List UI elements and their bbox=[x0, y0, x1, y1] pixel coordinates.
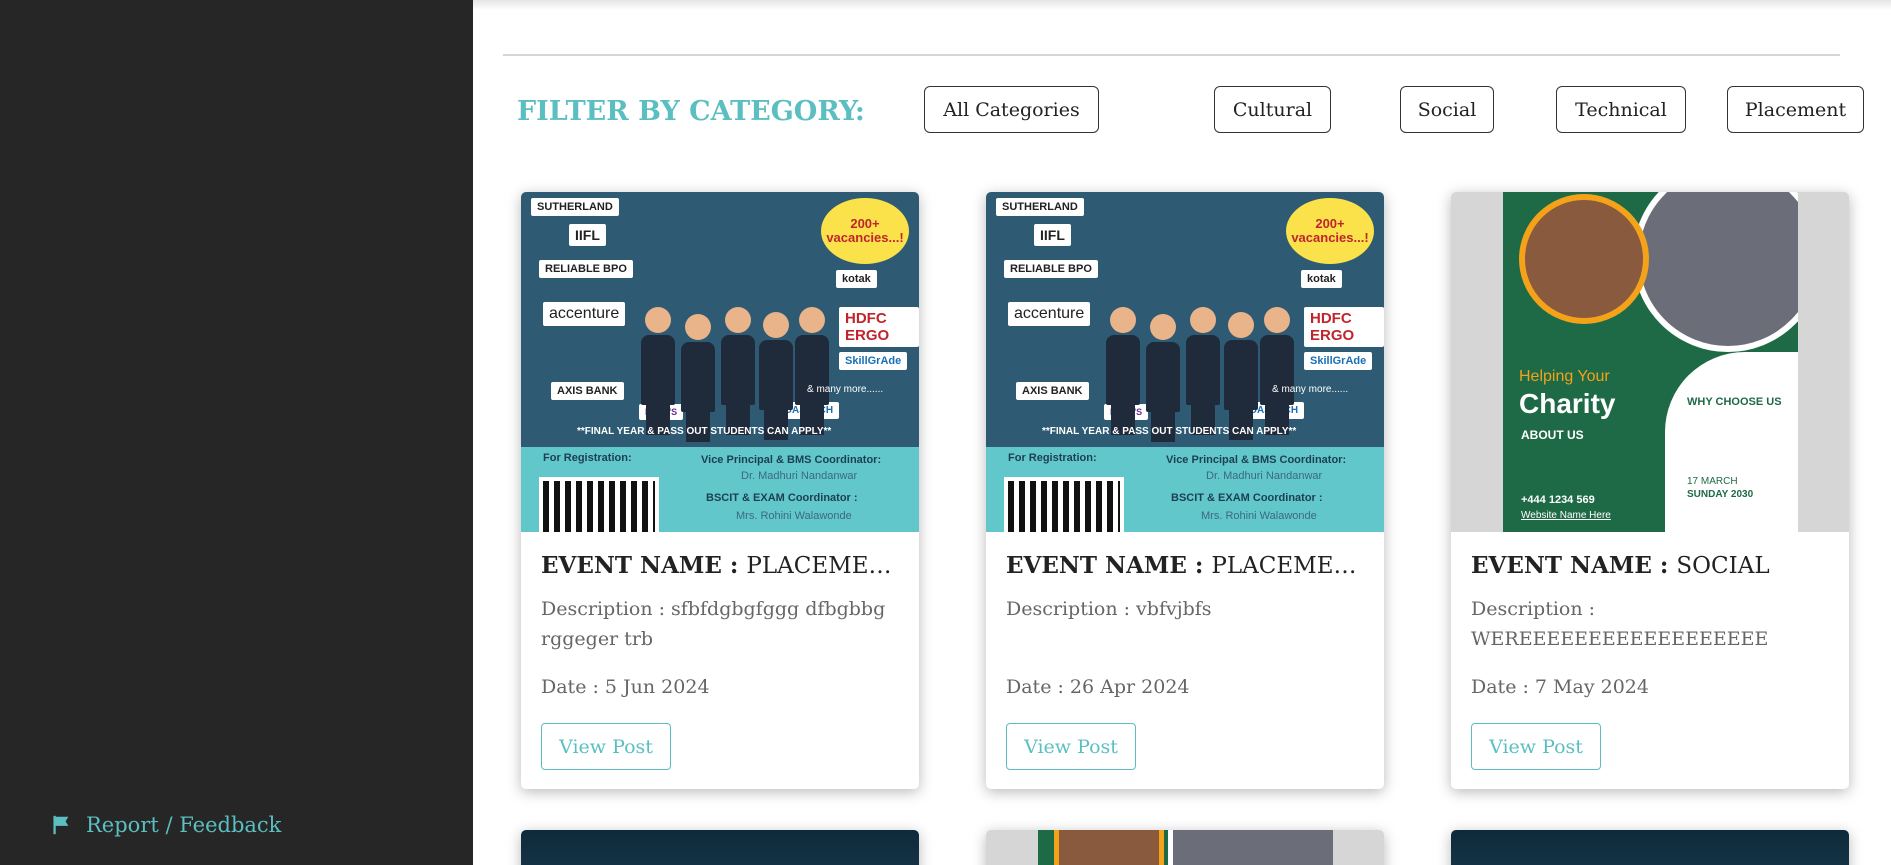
child-photo bbox=[1519, 194, 1649, 324]
poster-text: ABOUT US bbox=[1521, 428, 1584, 442]
children-photo bbox=[1633, 192, 1798, 352]
poster-text: Mrs. Rohini Walawonde bbox=[736, 510, 852, 522]
poster-logo: accenture bbox=[1008, 302, 1091, 326]
poster-logo: kotak bbox=[1301, 270, 1342, 288]
event-date: Date : 7 May 2024 bbox=[1471, 676, 1649, 698]
poster-logo: HDFC ERGO bbox=[1304, 307, 1384, 347]
event-description: Description : sfbfdgbgfggg dfbgbbg rggeg… bbox=[541, 598, 886, 650]
poster-logo: kotak bbox=[836, 270, 877, 288]
poster-text: WHY CHOOSE US bbox=[1687, 396, 1782, 408]
event-title: EVENT NAME : PLACEMENT bbox=[541, 552, 901, 579]
person-illustration bbox=[1186, 307, 1220, 437]
poster-text: **FINAL YEAR & PASS OUT STUDENTS CAN APP… bbox=[1042, 426, 1297, 437]
qr-code bbox=[539, 477, 659, 532]
poster-text: Website Name Here bbox=[1521, 510, 1611, 521]
placement-poster: SUTHERLAND IIFL RELIABLE BPO accenture A… bbox=[986, 192, 1384, 532]
charity-poster: Helping Your Charity ABOUT US WHY CHOOSE… bbox=[1451, 192, 1849, 532]
person-illustration bbox=[1146, 314, 1180, 444]
poster-logo: SkillGrAde bbox=[1304, 352, 1373, 370]
vacancies-bubble: 200+ vacancies...! bbox=[821, 198, 909, 264]
filter-placement-button[interactable]: Placement bbox=[1727, 86, 1864, 133]
divider bbox=[503, 54, 1840, 56]
person-illustration bbox=[1260, 307, 1294, 437]
filter-all-categories-button[interactable]: All Categories bbox=[924, 86, 1099, 133]
vacancies-bubble: 200+ vacancies...! bbox=[1286, 198, 1374, 264]
poster-text: Dr. Madhuri Nandanwar bbox=[1206, 470, 1323, 482]
poster-text: Dr. Madhuri Nandanwar bbox=[741, 470, 858, 482]
event-description: Description : WEREEEEEEEEEEEEEEEEEE bbox=[1471, 598, 1769, 650]
event-title: EVENT NAME : PLACEMENT ... bbox=[1006, 552, 1366, 579]
event-card-partial[interactable] bbox=[986, 830, 1384, 865]
person-illustration bbox=[1106, 307, 1140, 437]
event-date: Date : 26 Apr 2024 bbox=[1006, 676, 1190, 698]
flag-icon bbox=[53, 815, 69, 835]
poster-logo: RELIABLE BPO bbox=[1004, 260, 1098, 278]
poster-logo: AXIS BANK bbox=[1016, 382, 1089, 400]
poster-logo: AXIS BANK bbox=[551, 382, 624, 400]
event-poster-image[interactable]: SUTHERLAND IIFL RELIABLE BPO accenture A… bbox=[521, 192, 919, 532]
view-post-button[interactable]: View Post bbox=[1006, 723, 1136, 770]
placement-poster: SUTHERLAND IIFL RELIABLE BPO accenture A… bbox=[521, 192, 919, 532]
header-shadow bbox=[473, 0, 1891, 10]
poster-text: & many more...... bbox=[807, 384, 884, 395]
poster-logo: IIFL bbox=[569, 224, 606, 246]
qr-code bbox=[1004, 477, 1124, 532]
person-illustration bbox=[795, 307, 829, 437]
sidebar: Report / Feedback bbox=[0, 0, 473, 865]
filter-technical-button[interactable]: Technical bbox=[1556, 86, 1686, 133]
poster-text: Helping Your bbox=[1519, 368, 1610, 385]
poster-text: For Registration: bbox=[543, 452, 632, 464]
filter-social-button[interactable]: Social bbox=[1400, 86, 1494, 133]
poster-logo: HDFC ERGO bbox=[839, 307, 919, 347]
poster-text: & many more...... bbox=[1272, 384, 1349, 395]
event-description: Description : vbfvjbfs bbox=[1006, 598, 1212, 620]
person-illustration bbox=[1224, 312, 1258, 442]
poster-text: Vice Principal & BMS Coordinator: bbox=[701, 454, 882, 466]
person-illustration bbox=[681, 314, 715, 444]
report-feedback-label: Report / Feedback bbox=[86, 813, 282, 837]
poster-text: BSCIT & EXAM Coordinator : bbox=[706, 492, 858, 504]
person-illustration bbox=[641, 307, 675, 437]
event-poster-image[interactable]: Helping Your Charity ABOUT US WHY CHOOSE… bbox=[1451, 192, 1849, 532]
poster-text: 17 MARCH bbox=[1687, 476, 1738, 487]
poster-logo: IIFL bbox=[1034, 224, 1071, 246]
poster-logo: accenture bbox=[543, 302, 626, 326]
poster-logo: RELIABLE BPO bbox=[539, 260, 633, 278]
person-illustration bbox=[721, 307, 755, 437]
event-card: SUTHERLAND IIFL RELIABLE BPO accenture A… bbox=[986, 192, 1384, 789]
poster-text: For Registration: bbox=[1008, 452, 1097, 464]
view-post-button[interactable]: View Post bbox=[541, 723, 671, 770]
poster-text: Vice Principal & BMS Coordinator: bbox=[1166, 454, 1347, 466]
poster-logo: SUTHERLAND bbox=[531, 198, 619, 216]
event-date: Date : 5 Jun 2024 bbox=[541, 676, 710, 698]
report-feedback-link[interactable]: Report / Feedback bbox=[50, 813, 281, 837]
event-card-partial[interactable] bbox=[521, 830, 919, 865]
person-illustration bbox=[759, 312, 793, 442]
filter-label: FILTER BY CATEGORY: bbox=[517, 96, 865, 127]
event-poster-image[interactable]: SUTHERLAND IIFL RELIABLE BPO accenture A… bbox=[986, 192, 1384, 532]
event-card: Helping Your Charity ABOUT US WHY CHOOSE… bbox=[1451, 192, 1849, 789]
event-card-partial[interactable] bbox=[1451, 830, 1849, 865]
poster-text: BSCIT & EXAM Coordinator : bbox=[1171, 492, 1323, 504]
event-title: EVENT NAME : SOCIAL bbox=[1471, 552, 1770, 579]
view-post-button[interactable]: View Post bbox=[1471, 723, 1601, 770]
poster-logo: SkillGrAde bbox=[839, 352, 908, 370]
poster-logo: SUTHERLAND bbox=[996, 198, 1084, 216]
poster-text: Charity bbox=[1519, 388, 1616, 419]
poster-text: **FINAL YEAR & PASS OUT STUDENTS CAN APP… bbox=[577, 426, 832, 437]
filter-cultural-button[interactable]: Cultural bbox=[1214, 86, 1331, 133]
event-card: SUTHERLAND IIFL RELIABLE BPO accenture A… bbox=[521, 192, 919, 789]
poster-text: Mrs. Rohini Walawonde bbox=[1201, 510, 1317, 522]
poster-text: SUNDAY 2030 bbox=[1687, 489, 1754, 500]
poster-text: +444 1234 569 bbox=[1521, 494, 1595, 506]
main-content: FILTER BY CATEGORY: All Categories Cultu… bbox=[473, 0, 1891, 865]
